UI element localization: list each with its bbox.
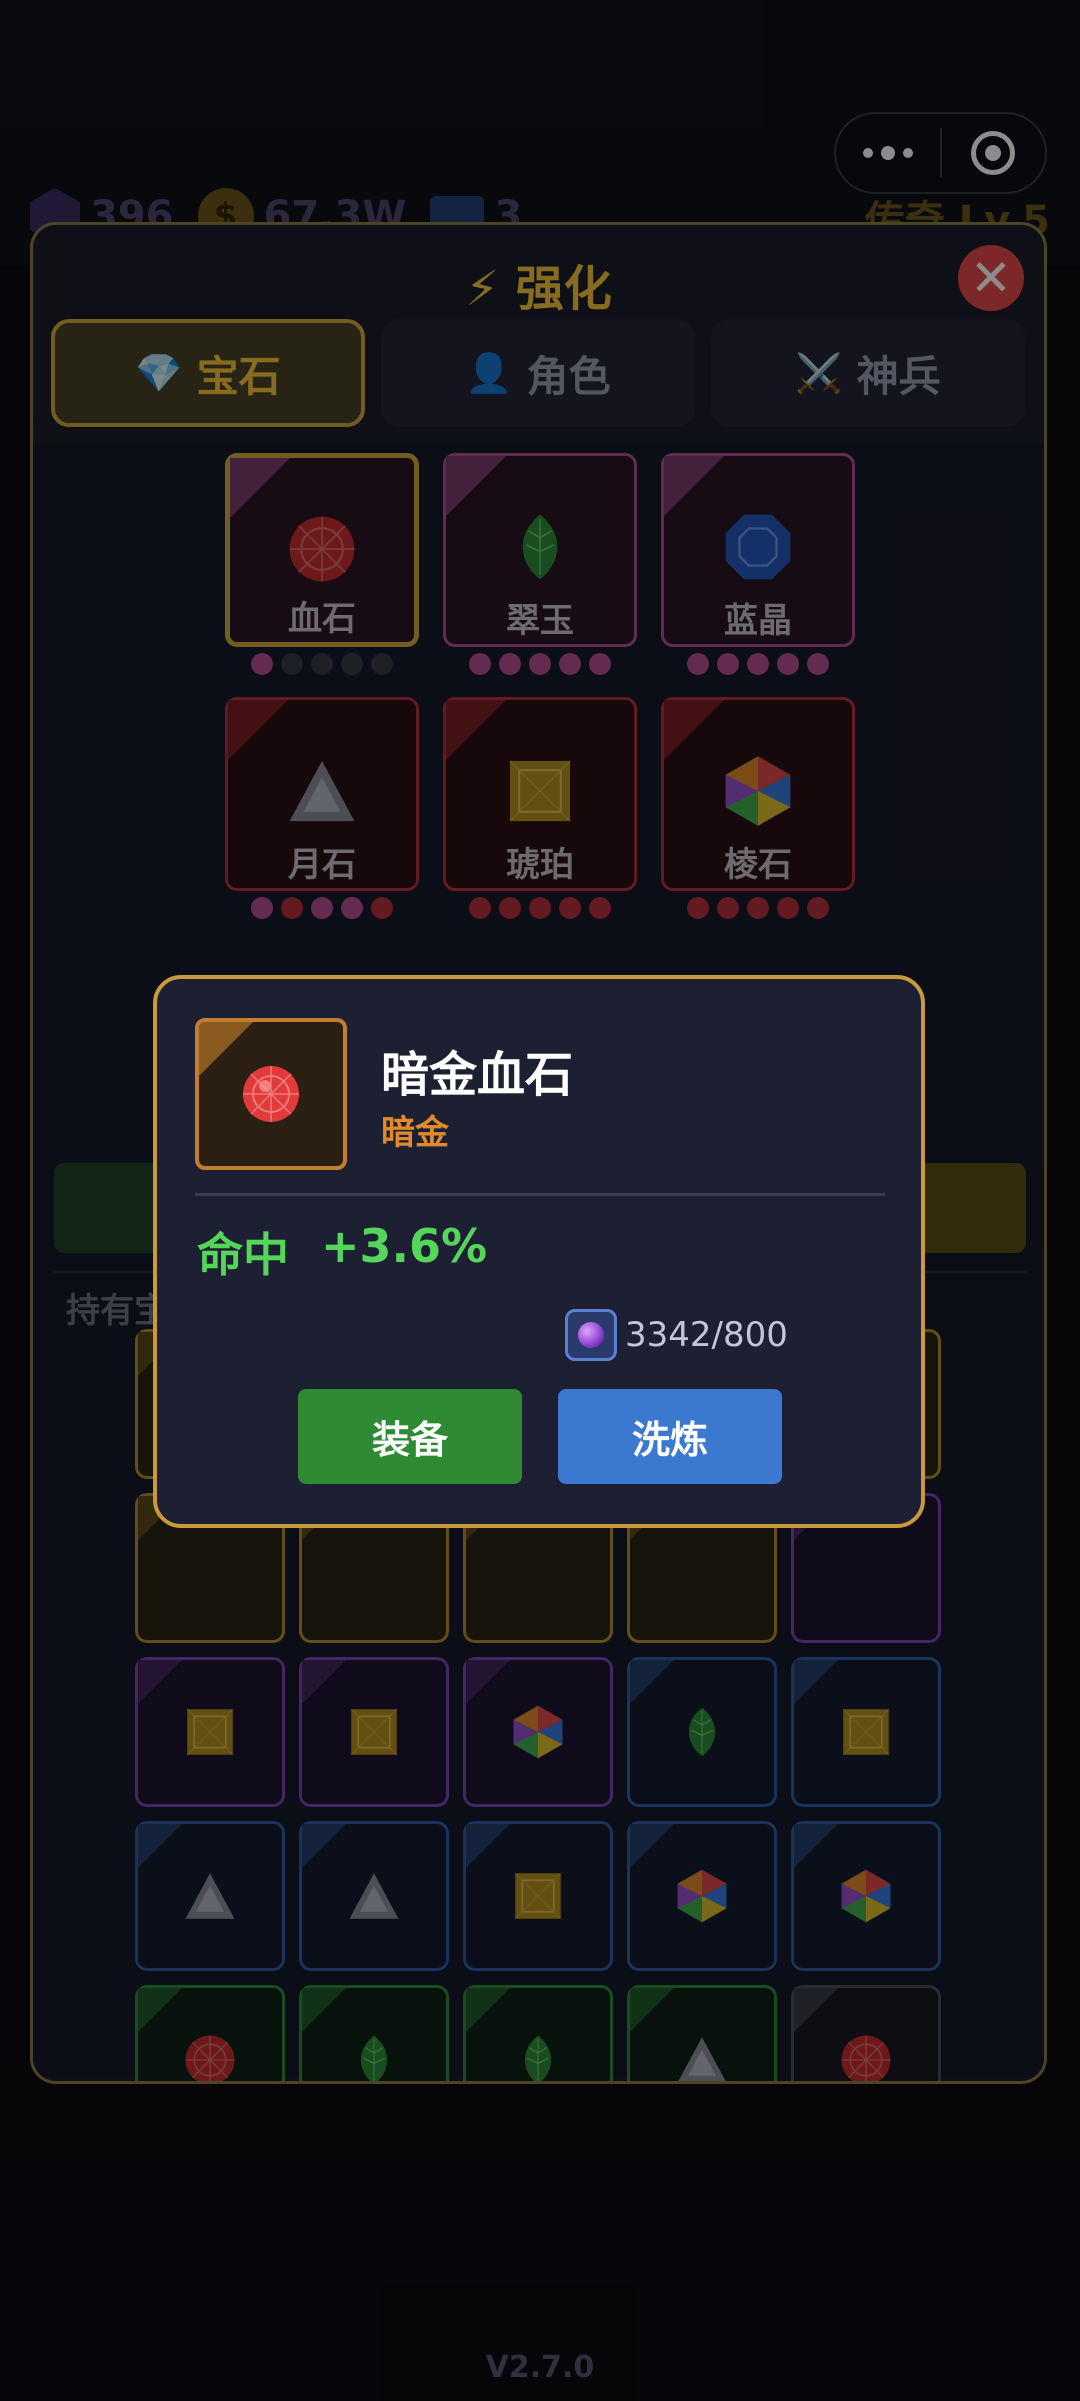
gem-thumbnail bbox=[195, 1018, 347, 1170]
refine-cost: 3342/800 bbox=[565, 1309, 788, 1361]
refine-button[interactable]: 洗炼 bbox=[558, 1389, 782, 1484]
stat-value: +3.6% bbox=[321, 1219, 488, 1273]
gem-stat: 命中 +3.6% bbox=[197, 1219, 487, 1285]
ruby-icon bbox=[243, 1066, 299, 1122]
divider bbox=[195, 1193, 885, 1196]
version-label: V2.7.0 bbox=[485, 2350, 595, 2385]
orb-icon bbox=[565, 1309, 617, 1361]
gem-name: 暗金血石 bbox=[381, 1047, 574, 1103]
gem-detail-popup: 暗金血石 暗金 命中 +3.6% 3342/800 装备 洗炼 bbox=[153, 975, 925, 1528]
stat-name: 命中 bbox=[197, 1228, 289, 1282]
gem-grade: 暗金 bbox=[381, 1113, 449, 1153]
cost-value: 3342/800 bbox=[625, 1315, 788, 1355]
equip-button[interactable]: 装备 bbox=[298, 1389, 522, 1484]
